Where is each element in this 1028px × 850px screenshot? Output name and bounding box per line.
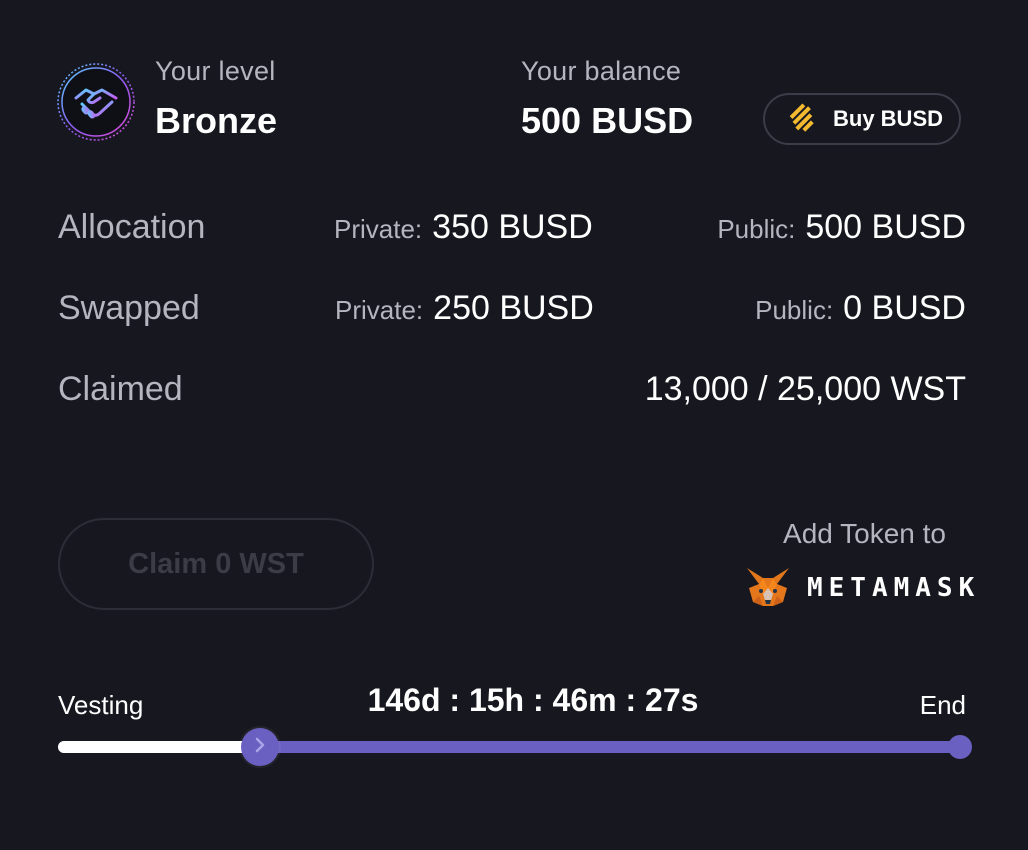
swapped-private-key: Private: <box>335 295 424 325</box>
swapped-private: Private: 250 BUSD <box>335 289 594 328</box>
swapped-public: Public: 0 BUSD <box>755 289 966 328</box>
allocation-public-value: 500 BUSD <box>805 208 966 246</box>
vesting-countdown: 146d : 15h : 46m : 27s <box>367 682 699 718</box>
allocation-label: Allocation <box>58 208 206 246</box>
allocation-public: Public: 500 BUSD <box>717 208 966 247</box>
level-label: Your level <box>155 56 276 86</box>
level-value: Bronze <box>155 100 278 141</box>
level-badge-icon <box>56 62 136 142</box>
buy-busd-label: Buy BUSD <box>833 106 944 131</box>
chevron-right-icon <box>253 736 267 759</box>
swapped-public-value: 0 BUSD <box>843 289 966 327</box>
add-to-metamask-button[interactable]: METAMASK <box>745 566 980 610</box>
allocation-private: Private: 350 BUSD <box>334 208 593 247</box>
add-token-label: Add Token to <box>783 518 946 549</box>
vesting-progress-fill <box>58 741 260 753</box>
allocation-private-value: 350 BUSD <box>432 208 593 246</box>
vesting-progress-handle[interactable] <box>240 728 279 766</box>
claimed-value: 13,000 / 25,000 WST <box>644 370 966 408</box>
swapped-label: Swapped <box>58 289 200 327</box>
claim-button[interactable]: Claim 0 WST <box>58 518 374 610</box>
vesting-end-dot <box>948 735 972 759</box>
balance-label: Your balance <box>521 56 682 86</box>
allocation-public-key: Public: <box>717 214 796 244</box>
claimed-label: Claimed <box>58 370 183 408</box>
swapped-public-key: Public: <box>755 295 834 325</box>
allocation-private-key: Private: <box>334 214 423 244</box>
binance-icon <box>783 101 819 137</box>
balance-value: 500 BUSD <box>521 100 694 141</box>
vesting-end-label: End <box>919 690 966 720</box>
swapped-private-value: 250 BUSD <box>433 289 594 327</box>
buy-busd-button[interactable]: Buy BUSD <box>763 93 961 145</box>
metamask-wordmark: METAMASK <box>807 573 981 603</box>
metamask-fox-icon <box>745 566 791 610</box>
